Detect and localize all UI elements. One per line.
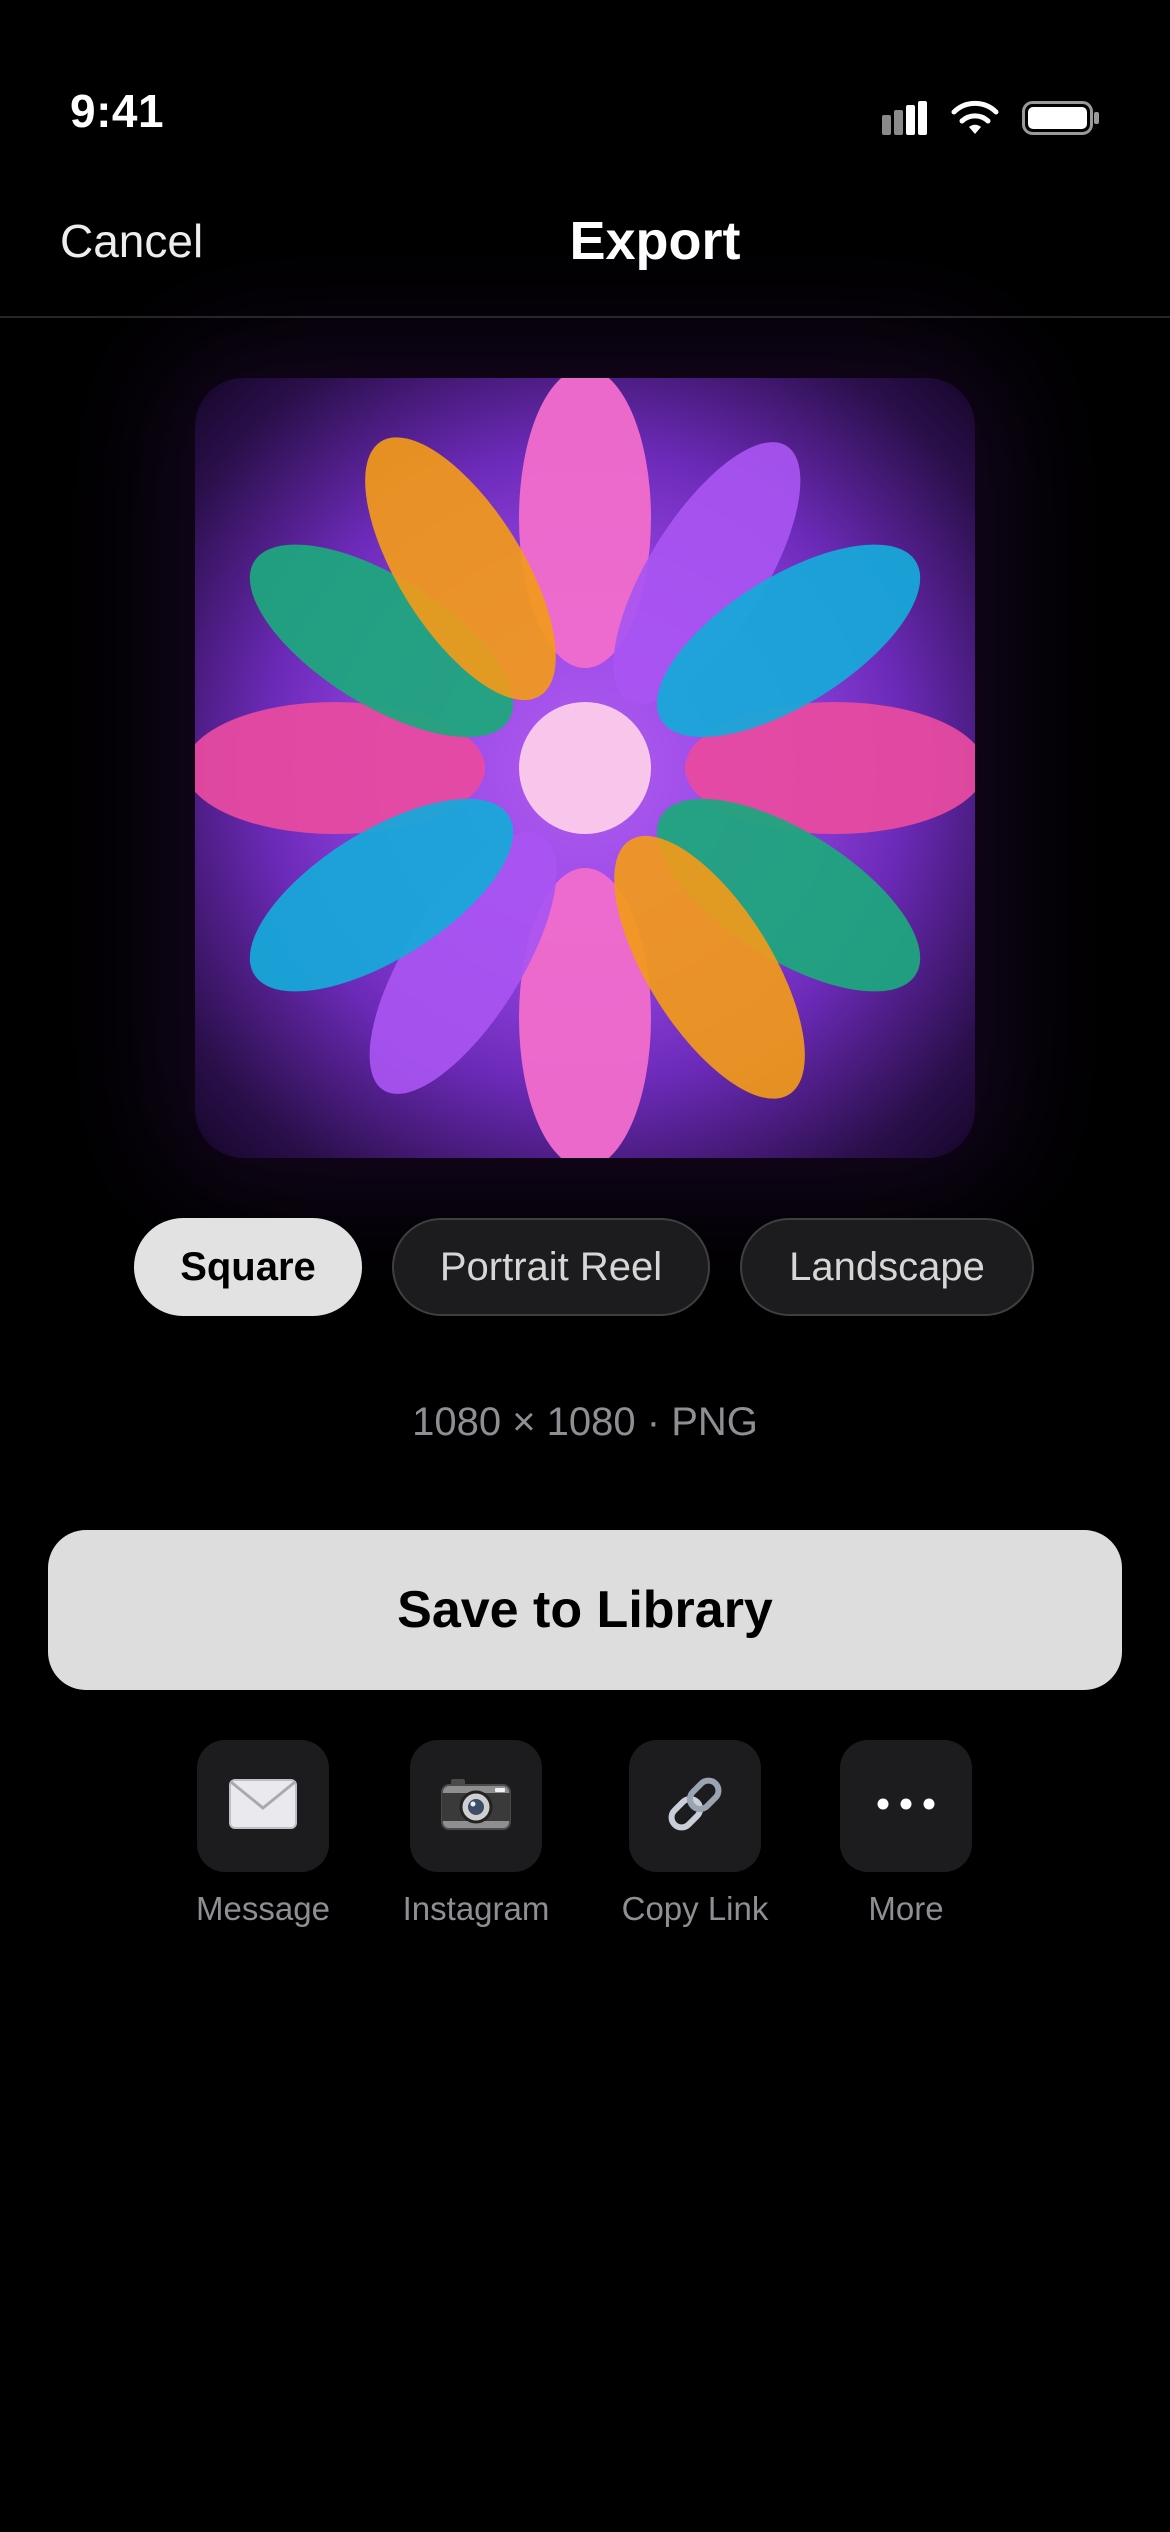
share-label: Message [196, 1890, 330, 1927]
export-preview [195, 378, 975, 1158]
save-to-library-button[interactable]: Save to Library [48, 1530, 1122, 1690]
page-title: Export [569, 211, 741, 271]
share-more-button[interactable]: More [796, 1740, 1016, 1928]
flower-petals-artwork [195, 378, 975, 1158]
export-meta-info: 1080 × 1080 · PNG [412, 1400, 758, 1444]
share-label: Instagram [402, 1890, 550, 1927]
share-instagram-button[interactable]: Instagram [366, 1740, 586, 1928]
status-time: 9:41 [70, 85, 165, 137]
format-chip-portrait-reel[interactable]: Portrait Reel [392, 1218, 710, 1316]
camera-icon [441, 1777, 511, 1836]
share-tile [197, 1740, 329, 1872]
envelope-icon [229, 1778, 297, 1834]
share-label: More [868, 1890, 944, 1927]
link-icon [660, 1769, 730, 1844]
share-tile [840, 1740, 972, 1872]
nav-bar: Cancel Export [0, 170, 1170, 318]
status-icons [882, 100, 1100, 141]
status-bar: 9:41 [0, 0, 1170, 170]
share-tile [629, 1740, 761, 1872]
format-chip-square[interactable]: Square [134, 1218, 362, 1316]
battery-icon [1022, 101, 1100, 140]
share-tile [410, 1740, 542, 1872]
wifi-icon [950, 100, 1000, 141]
share-copy-link-button[interactable]: Copy Link [585, 1740, 805, 1928]
format-chip-landscape[interactable]: Landscape [740, 1218, 1034, 1316]
share-label: Copy Link [621, 1890, 769, 1927]
cellular-signal-icon [882, 101, 928, 140]
share-message-button[interactable]: Message [153, 1740, 373, 1928]
more-icon [876, 1797, 936, 1816]
